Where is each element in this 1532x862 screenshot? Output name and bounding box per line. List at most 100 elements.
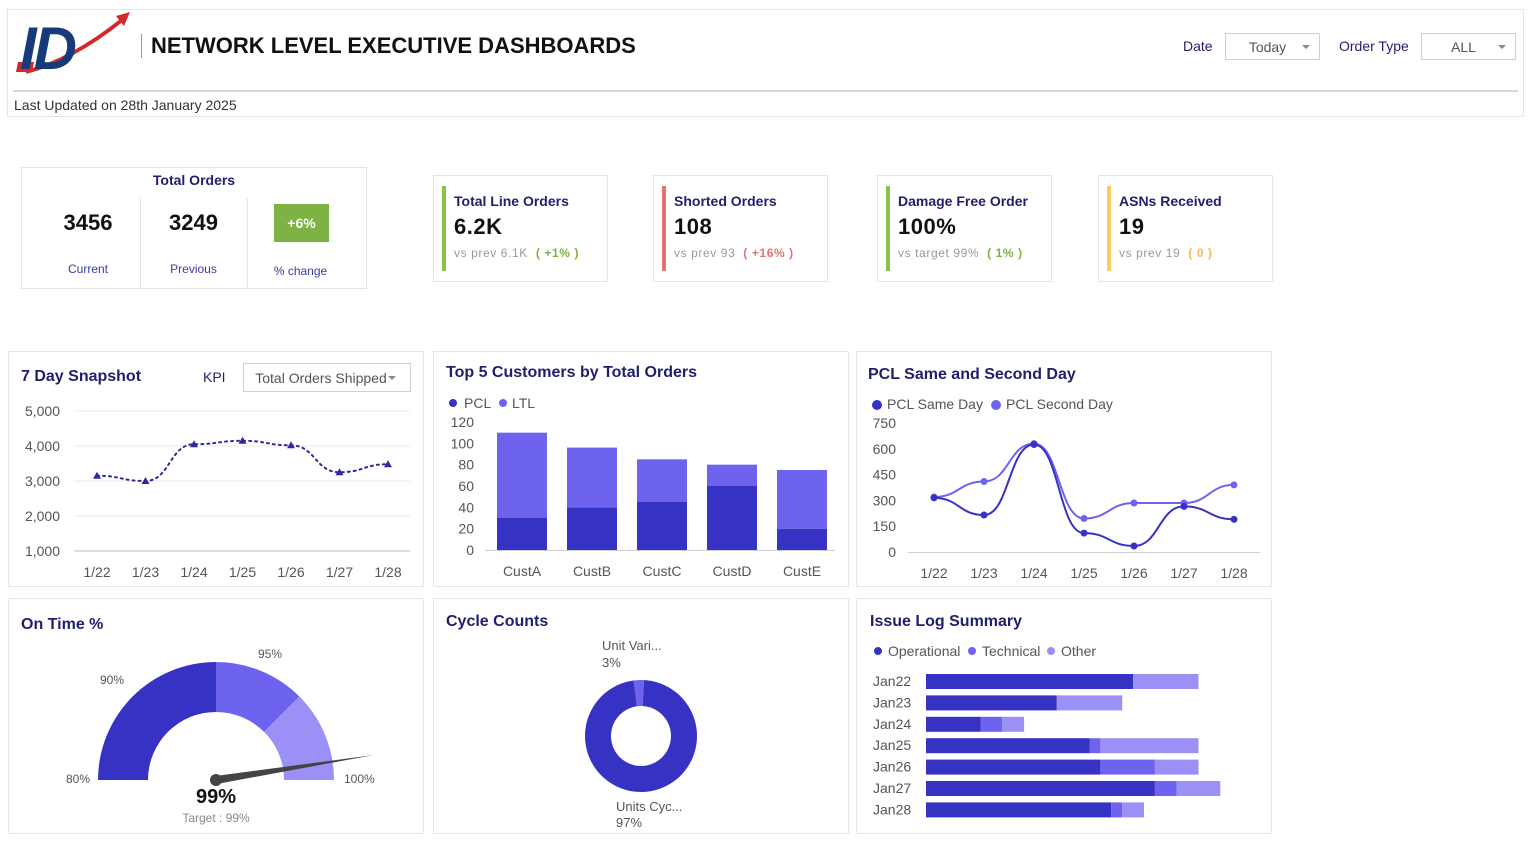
orders-change-label: % change [273, 264, 328, 278]
total-orders-card: Total Orders 3456 Current 3249 Previous … [21, 167, 367, 289]
bar-segment [926, 695, 1057, 711]
bar-segment [637, 459, 687, 502]
order-type-select[interactable]: ALL [1421, 33, 1516, 60]
legend-dot [874, 647, 882, 655]
gauge-label: 90% [100, 673, 124, 687]
legend-dot [449, 399, 457, 407]
kpi-comparison-text: vs prev 93 [674, 246, 740, 260]
x-tick-label: CustE [783, 563, 821, 579]
bar-segment [1100, 759, 1155, 775]
gauge-label: 80% [66, 772, 90, 786]
x-tick-label: 1/23 [132, 564, 159, 580]
date-select[interactable]: Today [1225, 33, 1320, 60]
kpi-card: Total Line Orders 6.2K vs prev 6.1K ( +1… [433, 175, 608, 282]
gauge-label: 100% [344, 772, 375, 786]
bar-segment [637, 502, 687, 550]
kpi-value: 100% [898, 214, 957, 239]
gauge-hub [210, 774, 222, 786]
y-tick-label: 60 [458, 478, 474, 494]
y-tick-label: 150 [873, 518, 897, 534]
kpi-label: KPI [203, 369, 226, 385]
snapshot-chart: 1,000 2,000 3,000 4,000 5,000 1/22 1/23 1/24 1/2… [25, 403, 410, 580]
bar-segment [926, 759, 1101, 775]
top-customers-title: Top 5 Customers by Total Orders [446, 364, 698, 381]
kpi-select[interactable]: Total Orders Shipped [243, 363, 411, 392]
y-tick-label: 600 [873, 441, 897, 457]
kpi-card: Damage Free Order 100% vs target 99% ( 1… [877, 175, 1052, 282]
gauge-label: 95% [258, 647, 282, 661]
kpi-accent-bar [1107, 186, 1111, 271]
chevron-down-icon [388, 375, 396, 380]
kpi-select-value: Total Orders Shipped [255, 369, 387, 386]
kpi-value: 6.2K [454, 214, 503, 239]
y-tick-label: 750 [873, 415, 897, 431]
bar-segment [980, 716, 1003, 732]
date-label: Date [1183, 38, 1213, 54]
bar-segment [1002, 716, 1025, 732]
kpi-comparison: vs prev 93 ( +16% ) [674, 246, 794, 260]
data-point [980, 477, 988, 485]
bar-segment [926, 716, 981, 732]
y-tick-label: 1,000 [25, 543, 60, 559]
pcl-chart: PCL Same Day PCL Second Day 0 150 300 450 600 7… [872, 396, 1260, 581]
y-tick-label: Jan22 [873, 673, 911, 689]
kpi-comparison-text: vs prev 19 [1119, 246, 1185, 260]
slice-label: Units Cyc... [616, 799, 682, 814]
total-orders-title: Total Orders [152, 172, 236, 188]
legend-dot [499, 399, 507, 407]
x-tick-label: 1/24 [1020, 565, 1047, 581]
bar-segment [567, 447, 617, 508]
pcl-title: PCL Same and Second Day [868, 366, 1076, 383]
bar-segment [707, 464, 757, 486]
slice-percent: 97% [616, 815, 642, 830]
data-point [1130, 542, 1138, 550]
bar-segment [926, 802, 1112, 818]
x-tick-label: 1/24 [180, 564, 207, 580]
kpi-accent-bar [886, 186, 890, 271]
kpi-accent-bar [662, 186, 666, 271]
bar-segment [1100, 738, 1199, 754]
kpi-card: Shorted Orders 108 vs prev 93 ( +16% ) [653, 175, 828, 282]
bar-segment [1089, 738, 1101, 754]
kpi-comparison-text: vs prev 6.1K [454, 246, 532, 260]
kpi-value: 108 [674, 214, 713, 239]
date-select-value: Today [1248, 38, 1287, 55]
x-tick-label: 1/27 [1170, 565, 1197, 581]
y-tick-label: 450 [873, 467, 897, 483]
bar-segment [1133, 674, 1199, 689]
title-divider [141, 34, 142, 58]
bar-segment [1154, 781, 1177, 796]
y-tick-label: Jan25 [873, 737, 911, 753]
bar-segment [497, 432, 547, 518]
kpi-comparison: vs target 99% ( 1% ) [898, 246, 1023, 260]
bar-segment [777, 528, 827, 550]
y-tick-label: 120 [451, 414, 475, 430]
ontime-title: On Time % [21, 616, 104, 633]
order-type-label: Order Type [1339, 38, 1409, 54]
slice-label: Unit Vari... [602, 638, 662, 653]
kpi-delta: ( 0 ) [1188, 246, 1213, 260]
data-point [1130, 499, 1138, 507]
bar-segment [926, 738, 1090, 754]
x-tick-label: 1/26 [277, 564, 304, 580]
legend-label: Technical [982, 643, 1040, 659]
kpi-comparison: vs prev 6.1K ( +1% ) [454, 246, 579, 260]
y-tick-label: 0 [888, 544, 896, 560]
header-divider [13, 90, 1518, 92]
kpi-title: Total Line Orders [454, 193, 569, 209]
order-type-select-value: ALL [1451, 38, 1476, 55]
x-tick-label: CustC [643, 563, 682, 579]
bar-segment [497, 518, 547, 550]
bar-segment [1122, 802, 1144, 818]
kpi-comparison: vs prev 19 ( 0 ) [1119, 246, 1213, 260]
x-tick-label: 1/22 [83, 564, 110, 580]
issue-title: Issue Log Summary [870, 613, 1023, 630]
x-tick-label: 1/23 [970, 565, 997, 581]
data-point [1180, 502, 1188, 510]
x-tick-label: 1/25 [1070, 565, 1097, 581]
x-tick-label: 1/27 [326, 564, 353, 580]
y-tick-label: Jan23 [873, 694, 911, 710]
y-tick-label: 5,000 [25, 403, 60, 419]
cycle-title: Cycle Counts [446, 613, 549, 630]
issue-chart: Operational Technical Other Jan22 Jan23 Jan24… [873, 643, 1221, 818]
